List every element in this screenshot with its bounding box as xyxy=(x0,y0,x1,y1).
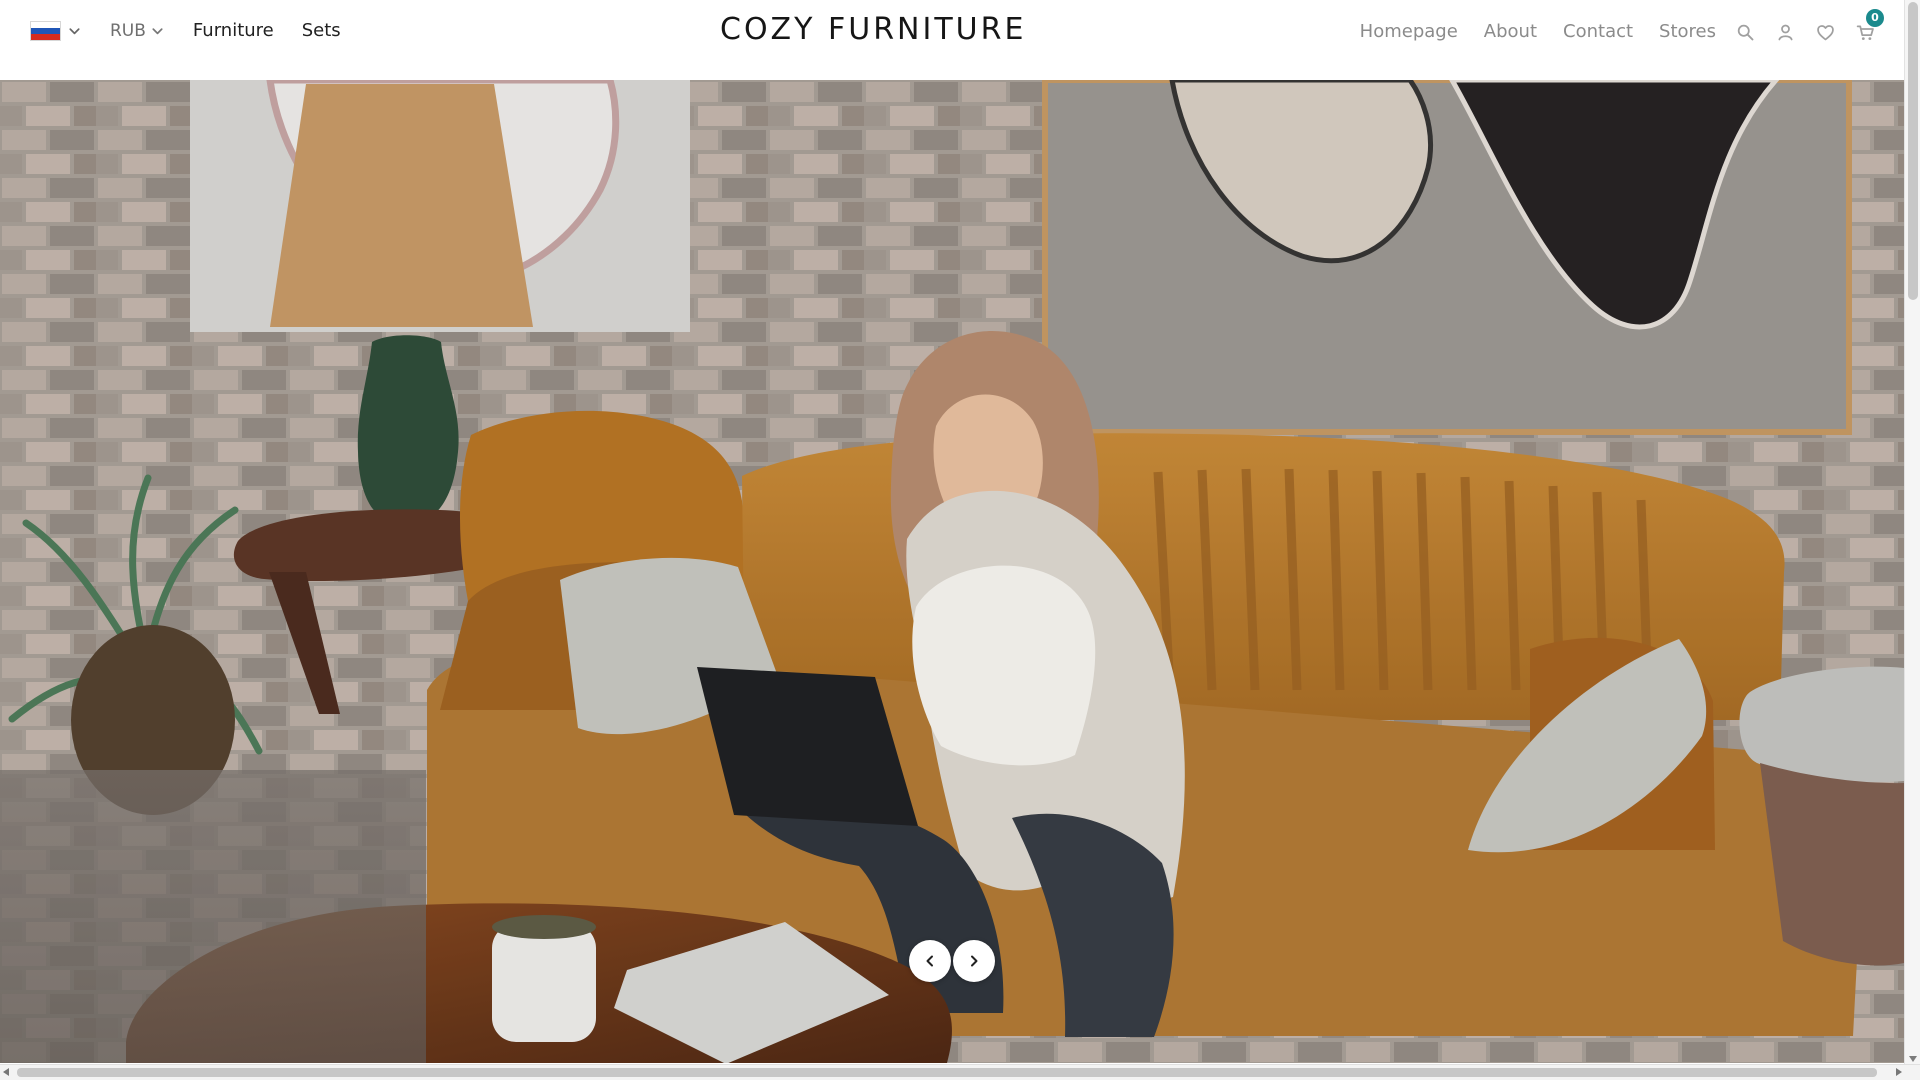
account-button[interactable] xyxy=(1774,21,1796,43)
nav-link-sets[interactable]: Sets xyxy=(302,19,341,43)
currency-label: RUB xyxy=(110,21,146,41)
site-logo[interactable]: COZY FURNITURE xyxy=(720,12,1023,48)
nav-link-stores[interactable]: Stores xyxy=(1659,20,1716,44)
chevron-right-icon xyxy=(971,955,978,967)
nav-link-contact[interactable]: Contact xyxy=(1563,20,1633,44)
site-header: RUB Furniture Sets COZY FURNITURE Homepa… xyxy=(0,0,1904,80)
cart-count-badge: 0 xyxy=(1866,9,1884,27)
currency-selector[interactable]: RUB xyxy=(110,19,165,43)
chevron-left-icon xyxy=(926,955,933,967)
heart-icon xyxy=(1816,24,1834,40)
chevron-down-icon xyxy=(152,27,163,34)
nav-link-furniture[interactable]: Furniture xyxy=(193,19,274,43)
left-navigation: RUB Furniture Sets xyxy=(30,18,341,44)
vertical-scroll-thumb[interactable] xyxy=(1908,2,1918,300)
hero-image xyxy=(0,80,1904,1063)
nav-link-about[interactable]: About xyxy=(1484,20,1537,44)
scroll-down-arrow-icon[interactable] xyxy=(1909,1056,1917,1062)
wishlist-button[interactable] xyxy=(1814,21,1836,43)
cart-button[interactable]: 0 xyxy=(1854,9,1884,43)
search-button[interactable] xyxy=(1734,21,1756,43)
vertical-scrollbar[interactable] xyxy=(1904,0,1920,1064)
page-root: RUB Furniture Sets COZY FURNITURE Homepa… xyxy=(0,0,1920,1080)
search-icon xyxy=(1737,24,1753,40)
language-selector[interactable] xyxy=(30,21,82,41)
next-slide-button[interactable] xyxy=(953,940,995,982)
chevron-down-icon xyxy=(69,27,80,34)
nav-link-homepage[interactable]: Homepage xyxy=(1360,20,1458,44)
scroll-right-arrow-icon[interactable] xyxy=(1896,1068,1902,1076)
right-navigation: Homepage About Contact Stores 0 xyxy=(1334,9,1884,47)
horizontal-scrollbar[interactable] xyxy=(0,1064,1920,1080)
previous-slide-button[interactable] xyxy=(909,940,951,982)
russia-flag-icon xyxy=(30,21,61,41)
hero-slider xyxy=(0,80,1904,1063)
user-icon xyxy=(1778,24,1792,40)
scroll-left-arrow-icon[interactable] xyxy=(3,1068,9,1076)
horizontal-scroll-thumb[interactable] xyxy=(17,1068,1877,1077)
